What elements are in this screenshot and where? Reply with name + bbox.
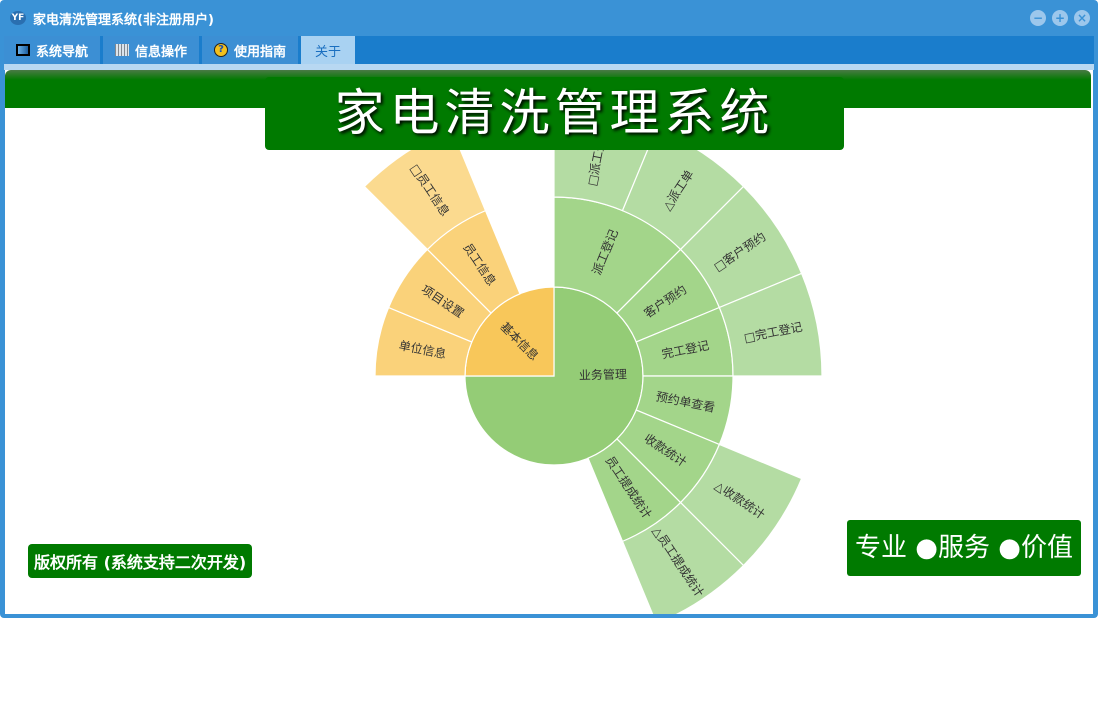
banner-title: 家电清洗管理系统 <box>265 77 844 150</box>
minimize-icon[interactable]: − <box>1030 10 1046 26</box>
app-logo-icon: YF <box>10 11 26 25</box>
main-content: 业务管理 派工登记 □派工登记 △派工单 客户预约 □客户预约 完工登记 □完工登记 预约单查看… <box>5 70 1093 614</box>
tab-system-nav[interactable]: 系统导航 <box>4 36 104 64</box>
tab-about[interactable]: 关于 <box>301 36 359 64</box>
monitor-icon <box>16 44 30 56</box>
restore-icon[interactable]: + <box>1052 10 1068 26</box>
close-icon[interactable]: × <box>1074 10 1090 26</box>
tab-label: 关于 <box>315 44 342 60</box>
tab-user-guide[interactable]: ? 使用指南 <box>202 36 302 64</box>
tab-label: 系统导航 <box>36 44 89 60</box>
sunburst-label: 业务管理 <box>579 366 627 382</box>
tab-info-ops[interactable]: 信息操作 <box>103 36 203 64</box>
copyright-label: 版权所有 (系统支持二次开发) <box>28 544 253 578</box>
tab-label: 使用指南 <box>234 44 287 60</box>
window-title: 家电清洗管理系统(非注册用户) <box>33 12 214 28</box>
tab-label: 信息操作 <box>135 44 188 60</box>
slogan-label: 专业 ●服务 ●价值 <box>847 520 1081 576</box>
tab-bar: 系统导航 信息操作 ? 使用指南 关于 <box>4 36 1094 64</box>
app-window: YF 家电清洗管理系统(非注册用户) − + × 系统导航 信息操作 ? 使用指南… <box>0 0 1098 618</box>
help-icon: ? <box>214 43 229 57</box>
title-bar: YF 家电清洗管理系统(非注册用户) − + × <box>0 0 1098 36</box>
grid-icon <box>115 44 130 56</box>
